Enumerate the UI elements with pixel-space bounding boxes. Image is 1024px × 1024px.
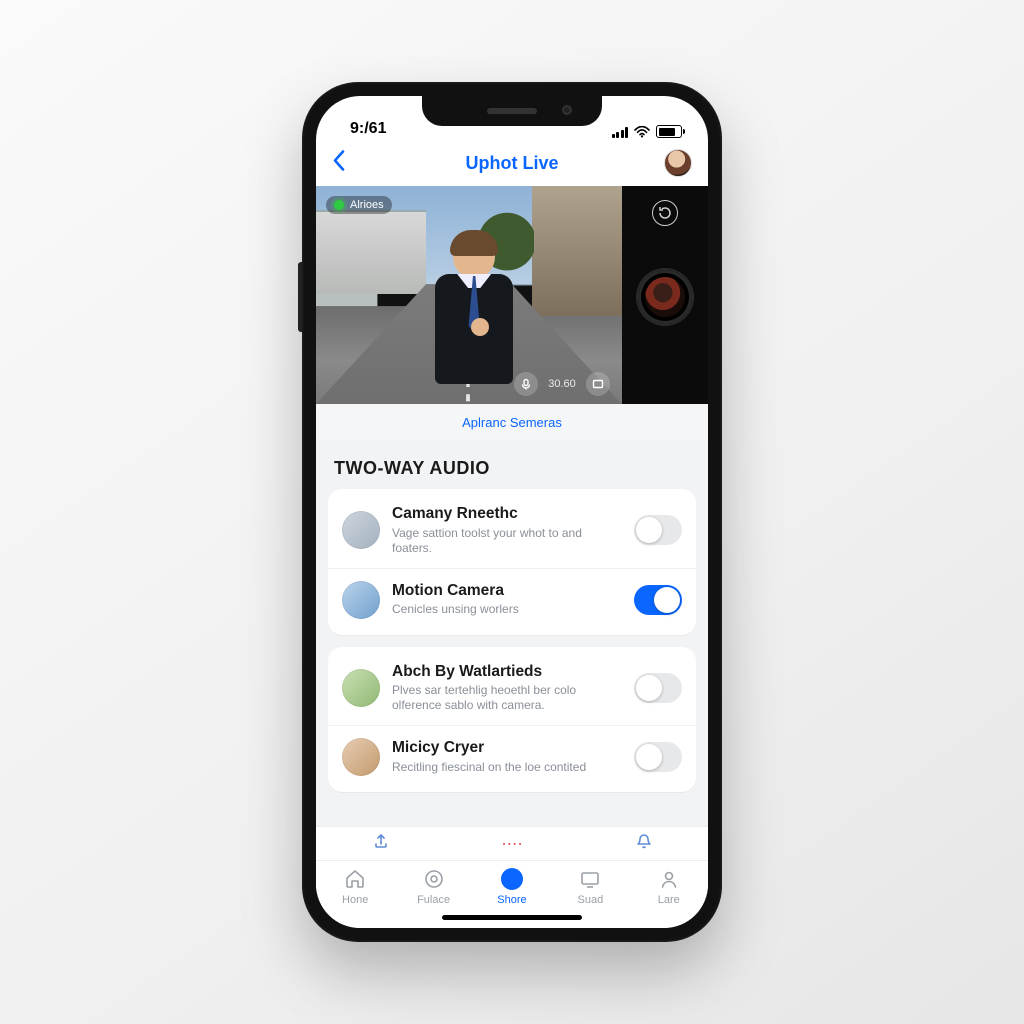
eye-icon (422, 867, 446, 891)
row-thumbnail (342, 738, 380, 776)
toggle-switch[interactable] (634, 515, 682, 545)
settings-card-1: Camany Rneethc Vage sattion toolst your … (328, 489, 696, 635)
toggle-switch[interactable] (634, 585, 682, 615)
setting-row[interactable]: Motion Camera Cenicles unsing worlers (328, 568, 696, 631)
tab-shore[interactable]: Shore (482, 867, 542, 906)
live-video[interactable]: Alrioes 30.60 (316, 186, 708, 404)
tab-label: Hone (342, 894, 368, 906)
setting-row[interactable]: Camany Rneethc Vage sattion toolst your … (328, 493, 696, 568)
profile-avatar[interactable] (664, 149, 692, 177)
tab-label: Suad (578, 894, 604, 906)
row-title: Motion Camera (392, 582, 622, 601)
toggle-switch[interactable] (634, 742, 682, 772)
tab-lare[interactable]: Lare (639, 867, 699, 906)
tab-label: Fulace (417, 894, 450, 906)
cameras-link-label: Aplranc Semeras (462, 415, 562, 430)
home-icon (343, 867, 367, 891)
tab-fulace[interactable]: Fulace (404, 867, 464, 906)
setting-row[interactable]: Abch By Watlartieds Plves sar tertehlig … (328, 651, 696, 726)
nav-header: Uphot Live (316, 140, 708, 186)
settings-content: TWO-WAY AUDIO Camany Rneethc Vage sattio… (316, 440, 708, 826)
row-title: Camany Rneethc (392, 505, 622, 524)
person-icon (657, 867, 681, 891)
row-thumbnail (342, 581, 380, 619)
record-indicator[interactable]: ∙∙∙∙ (502, 837, 523, 851)
phone-frame: 9:/61 Uphot Live (302, 82, 722, 942)
video-overlay-controls: 30.60 (316, 372, 622, 396)
live-badge: Alrioes (326, 196, 392, 214)
monitor-icon (578, 867, 602, 891)
page-title: Uphot Live (466, 153, 559, 174)
row-thumbnail (342, 511, 380, 549)
front-camera-dot (562, 105, 572, 115)
bell-icon[interactable] (636, 832, 652, 855)
status-right (612, 125, 683, 138)
notch (422, 96, 602, 126)
cameras-link[interactable]: Aplranc Semeras (316, 404, 708, 440)
row-desc: Vage sattion toolst your whot to and foa… (392, 526, 622, 556)
row-desc: Recitling fiescinal on the loe contited (392, 760, 622, 775)
video-timestamp: 30.60 (548, 378, 576, 390)
live-badge-label: Alrioes (350, 199, 384, 211)
row-desc: Plves sar tertehlig heoethl ber colo olf… (392, 683, 622, 713)
cellular-icon (612, 126, 629, 138)
row-title: Abch By Watlartieds (392, 663, 622, 682)
row-desc: Cenicles unsing worlers (392, 602, 622, 617)
row-title: Micicy Cryer (392, 739, 622, 758)
share-dot-icon (500, 867, 524, 891)
section-title: TWO-WAY AUDIO (328, 446, 696, 489)
tab-home[interactable]: Hone (325, 867, 385, 906)
mic-icon[interactable] (514, 372, 538, 396)
back-button[interactable] (330, 150, 348, 177)
rotate-icon[interactable] (652, 200, 678, 226)
toggle-switch[interactable] (634, 673, 682, 703)
battery-icon (656, 125, 682, 138)
upload-icon[interactable] (372, 832, 390, 855)
settings-card-2: Abch By Watlartieds Plves sar tertehlig … (328, 647, 696, 793)
screen: 9:/61 Uphot Live (316, 96, 708, 928)
status-time: 9:/61 (350, 120, 386, 138)
video-side-panel (622, 186, 708, 404)
expand-icon[interactable] (586, 372, 610, 396)
speaker-grill (487, 108, 537, 114)
camera-lens-icon (638, 270, 692, 324)
row-thumbnail (342, 669, 380, 707)
tab-suad[interactable]: Suad (560, 867, 620, 906)
setting-row[interactable]: Micicy Cryer Recitling fiescinal on the … (328, 725, 696, 788)
wifi-icon (634, 126, 650, 138)
live-dot-icon (334, 200, 344, 210)
tab-label: Shore (497, 894, 526, 906)
tab-label: Lare (658, 894, 680, 906)
quick-action-bar: ∙∙∙∙ (316, 826, 708, 860)
home-indicator[interactable] (442, 915, 582, 920)
